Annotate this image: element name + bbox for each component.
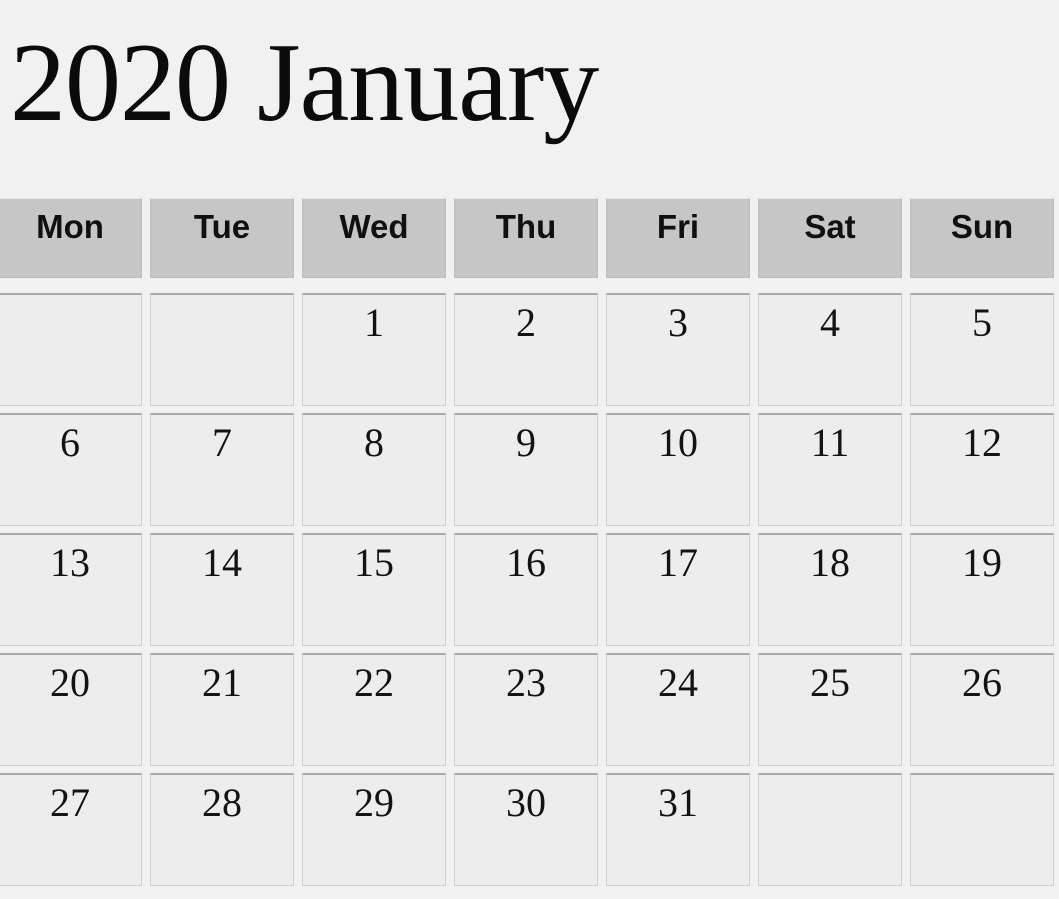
day-number: 25 xyxy=(810,660,850,705)
day-number: 13 xyxy=(50,540,90,585)
day-cell[interactable]: 11 xyxy=(758,413,902,526)
day-cell[interactable]: 18 xyxy=(758,533,902,646)
day-number: 16 xyxy=(506,540,546,585)
day-number: 17 xyxy=(658,540,698,585)
day-number: 22 xyxy=(354,660,394,705)
day-cell[interactable]: 14 xyxy=(150,533,294,646)
day-cell[interactable]: 13 xyxy=(0,533,142,646)
day-number: 4 xyxy=(820,300,840,345)
day-number: 11 xyxy=(810,420,850,465)
day-number: 31 xyxy=(658,780,698,825)
day-cell[interactable] xyxy=(758,773,902,886)
day-cell[interactable] xyxy=(910,773,1054,886)
page-title: 2020 January xyxy=(10,21,599,145)
day-cell[interactable]: 12 xyxy=(910,413,1054,526)
day-number: 18 xyxy=(810,540,850,585)
weekday-header-sat: Sat xyxy=(758,198,902,278)
day-number: 20 xyxy=(50,660,90,705)
calendar-week-row: 27 28 29 30 31 xyxy=(0,773,1059,893)
day-cell[interactable]: 28 xyxy=(150,773,294,886)
day-cell[interactable]: 3 xyxy=(606,293,750,406)
day-number: 21 xyxy=(202,660,242,705)
weekday-header-wed: Wed xyxy=(302,198,446,278)
weekday-header-row: Mon Tue Wed Thu Fri Sat Sun xyxy=(0,198,1059,286)
day-number: 30 xyxy=(506,780,546,825)
day-cell[interactable]: 1 xyxy=(302,293,446,406)
weekday-header-tue: Tue xyxy=(150,198,294,278)
day-number: 1 xyxy=(364,300,384,345)
calendar-page: 2020 January Mon Tue Wed Thu Fri Sat Sun… xyxy=(0,0,1059,899)
day-number: 27 xyxy=(50,780,90,825)
day-cell[interactable]: 30 xyxy=(454,773,598,886)
day-number: 9 xyxy=(516,420,536,465)
calendar-week-row: 20 21 22 23 24 25 26 xyxy=(0,653,1059,773)
day-cell[interactable]: 10 xyxy=(606,413,750,526)
day-cell[interactable]: 19 xyxy=(910,533,1054,646)
day-cell[interactable]: 29 xyxy=(302,773,446,886)
day-number: 10 xyxy=(658,420,698,465)
day-cell[interactable]: 16 xyxy=(454,533,598,646)
day-number: 19 xyxy=(962,540,1002,585)
day-cell[interactable]: 23 xyxy=(454,653,598,766)
weekday-header-fri: Fri xyxy=(606,198,750,278)
day-cell[interactable]: 17 xyxy=(606,533,750,646)
calendar-grid: Mon Tue Wed Thu Fri Sat Sun 1 2 3 4 5 6 … xyxy=(0,198,1059,893)
calendar-week-row: 6 7 8 9 10 11 12 xyxy=(0,413,1059,533)
day-cell[interactable]: 15 xyxy=(302,533,446,646)
day-cell[interactable]: 27 xyxy=(0,773,142,886)
day-cell[interactable]: 25 xyxy=(758,653,902,766)
day-number: 28 xyxy=(202,780,242,825)
calendar-week-row: 13 14 15 16 17 18 19 xyxy=(0,533,1059,653)
day-cell[interactable] xyxy=(0,293,142,406)
day-number: 8 xyxy=(364,420,384,465)
day-number: 29 xyxy=(354,780,394,825)
day-number: 23 xyxy=(506,660,546,705)
day-cell[interactable] xyxy=(150,293,294,406)
day-cell[interactable]: 21 xyxy=(150,653,294,766)
day-number: 12 xyxy=(962,420,1002,465)
day-number: 3 xyxy=(668,300,688,345)
day-cell[interactable]: 7 xyxy=(150,413,294,526)
day-number: 14 xyxy=(202,540,242,585)
day-cell[interactable]: 5 xyxy=(910,293,1054,406)
day-number: 26 xyxy=(962,660,1002,705)
day-number: 6 xyxy=(60,420,80,465)
calendar-week-row: 1 2 3 4 5 xyxy=(0,293,1059,413)
weekday-header-mon: Mon xyxy=(0,198,142,278)
weekday-header-sun: Sun xyxy=(910,198,1054,278)
day-number: 2 xyxy=(516,300,536,345)
day-cell[interactable]: 22 xyxy=(302,653,446,766)
weekday-header-thu: Thu xyxy=(454,198,598,278)
day-number: 5 xyxy=(972,300,992,345)
day-cell[interactable]: 2 xyxy=(454,293,598,406)
day-number: 7 xyxy=(212,420,232,465)
day-cell[interactable]: 26 xyxy=(910,653,1054,766)
day-cell[interactable]: 4 xyxy=(758,293,902,406)
day-number: 24 xyxy=(658,660,698,705)
day-cell[interactable]: 24 xyxy=(606,653,750,766)
day-cell[interactable]: 20 xyxy=(0,653,142,766)
day-cell[interactable]: 31 xyxy=(606,773,750,886)
day-cell[interactable]: 6 xyxy=(0,413,142,526)
day-cell[interactable]: 9 xyxy=(454,413,598,526)
day-number: 15 xyxy=(354,540,394,585)
day-cell[interactable]: 8 xyxy=(302,413,446,526)
